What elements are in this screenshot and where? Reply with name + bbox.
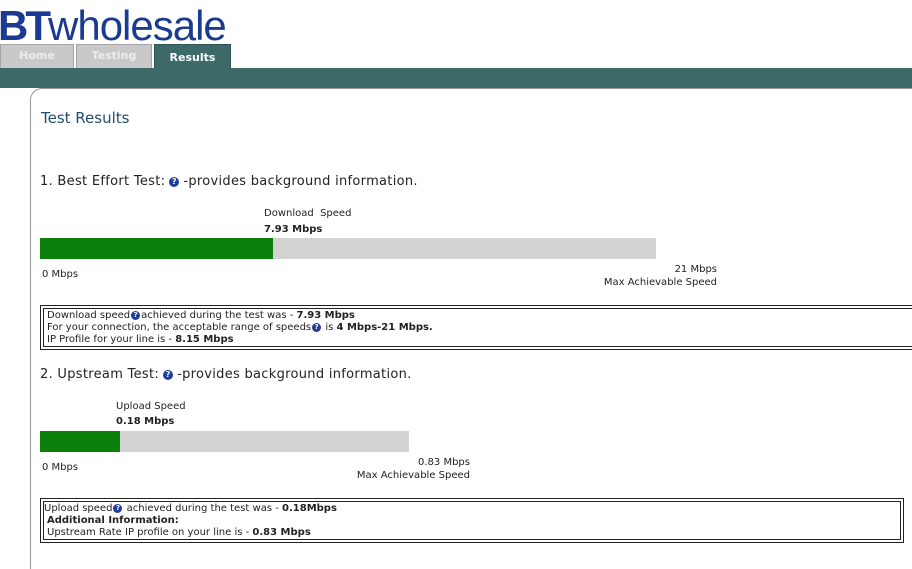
upload-speed-bar-fill [40,431,121,452]
upload-info-line-2-text: Additional Information: [47,515,179,526]
best-effort-heading-prefix: 1. Best Effort Test: [40,174,166,189]
download-info-line-3: IP Profile for your line is - 8.15 Mbps [47,334,234,345]
download-scale-max-label: Max Achievable Speed [603,277,717,288]
upload-speed-bar [40,431,409,452]
help-icon[interactable]: ? [113,504,123,513]
upload-scale-max-value: 0.83 Mbps [418,457,470,468]
upload-info-line-3: Upstream Rate IP profile on your line is… [47,527,311,538]
download-speed-bar-fill [40,238,273,259]
download-info-line-2: For your connection, the acceptable rang… [47,322,433,333]
download-info-line-1-prefix: Download speed [47,310,131,321]
upload-info-line-1-mid: achieved during the test was - [123,503,283,514]
download-scale-min: 0 Mbps [42,269,79,280]
help-icon[interactable]: ? [163,370,174,380]
upstream-heading-suffix: -provides background information. [177,367,412,382]
upstream-heading-prefix: 2. Upstream Test: [40,367,160,382]
download-info-line-1-mid: achieved during the test was - [141,310,297,321]
download-info-line-3-value: 8.15 Mbps [175,334,234,345]
upload-info-line-3-value: 0.83 Mbps [252,527,311,538]
download-info-line-2-prefix: For your connection, the acceptable rang… [47,322,312,333]
upload-info-line-3-prefix: Upstream Rate IP profile on your line is… [47,527,253,538]
help-icon[interactable]: ? [312,323,322,332]
page-title: Test Results [41,109,130,127]
upload-info-line-1-prefix: Upload speed [44,503,113,514]
upload-info-line-2: Additional Information: [47,515,179,526]
download-speed-value: 7.93 Mbps [264,224,323,235]
tab-results[interactable]: Results [154,44,231,68]
upload-speed-value: 0.18 Mbps [116,416,175,427]
download-info-line-2-mid: is [322,322,337,333]
tab-testing[interactable]: Testing [76,44,152,68]
download-info-line-3-prefix: IP Profile for your line is - [47,334,176,345]
nav-bar [0,68,912,88]
download-scale-max: 21 Mbps Max Achievable Speed [604,263,717,289]
download-info-box: Download speed? achieved during the test … [40,305,912,350]
upload-scale-min: 0 Mbps [42,462,79,473]
upload-info-line-1-value: 0.18Mbps [282,503,337,514]
upload-scale-max-label: Max Achievable Speed [356,470,470,481]
upload-info-box: Upload speed? achieved during the test w… [40,498,904,543]
upload-info-line-1: Upload speed? achieved during the test w… [44,503,337,514]
download-speed-bar [40,238,656,259]
download-info-line-1-value: 7.93 Mbps [296,310,355,321]
upstream-heading: 2. Upstream Test:? -provides background i… [40,367,412,382]
tab-home[interactable]: Home [0,44,74,68]
best-effort-heading-suffix: -provides background information. [183,174,418,189]
help-icon[interactable]: ? [131,311,141,320]
download-info-line-2-value: 4 Mbps-21 Mbps. [336,322,433,333]
download-info-line-1: Download speed? achieved during the test … [47,310,355,321]
upload-scale-max: 0.83 Mbps Max Achievable Speed [357,456,470,482]
logo-wholesale: wholesale [48,2,227,49]
upload-speed-label: Upload Speed [116,401,186,412]
download-scale-max-value: 21 Mbps [674,264,717,275]
best-effort-heading: 1. Best Effort Test:? -provides backgroun… [40,174,418,189]
download-speed-label: Download Speed [264,208,352,219]
help-icon[interactable]: ? [169,177,180,187]
bt-wholesale-logo: BTwholesale [0,5,227,47]
logo-bt: BT [0,2,51,49]
